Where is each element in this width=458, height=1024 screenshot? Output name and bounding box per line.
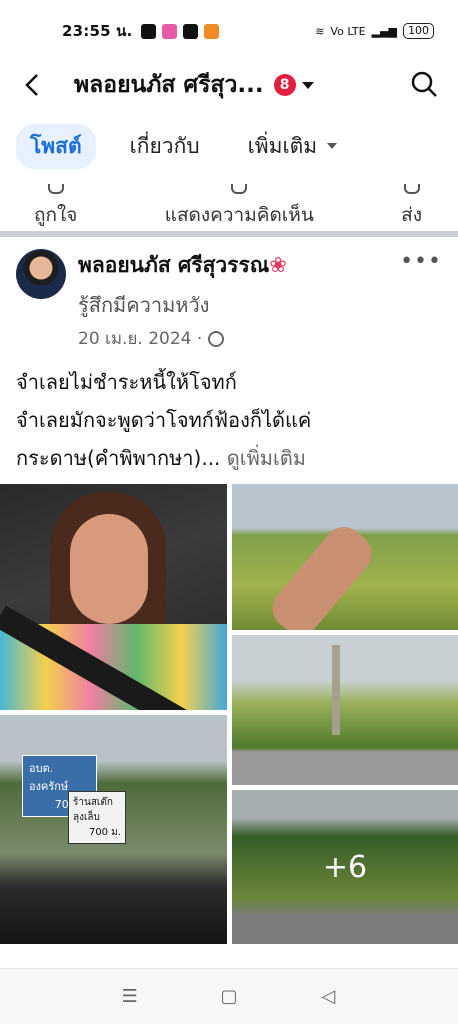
app-icon [203,23,219,39]
more-options-icon[interactable]: ••• [400,249,442,274]
status-app-icons [140,23,219,39]
chevron-down-icon[interactable] [301,81,314,89]
tulip-icon: ❀ [269,253,287,277]
tab-about[interactable]: เกี่ยวกับ [116,124,214,169]
back-icon[interactable]: ◁ [316,985,340,1009]
profile-tabs: โพสต์ เกี่ยวกับ เพิ่มเติม [0,122,458,170]
chevron-down-icon [327,143,338,149]
post-date[interactable]: 20 เม.ย. 2024 · [78,325,202,352]
share-label: ส่ง [401,204,422,226]
post-text-line: จำเลยไม่ชำระหนี้ให้โจทก์ [16,370,237,394]
photo-grid: อบต. องครักษ์ 700 ม. ร้านสเต๊กลุงเล็บ 700 … [0,484,458,944]
post-actions: ถูกใจ แสดงความคิดเห็น ส่ง [0,184,458,230]
post-feeling: รู้สึกมีความหวัง [78,293,210,317]
photo-road-signs[interactable]: อบต. องครักษ์ 700 ม. ร้านสเต๊กลุงเล็บ 700 … [0,715,227,944]
photo-more[interactable]: +6 [232,790,458,944]
globe-icon [208,330,225,347]
search-icon [411,71,437,97]
battery-indicator: 100 [403,23,434,39]
status-right: ≋ Vo LTE ▂▄▆ 100 [315,23,434,39]
back-arrow-icon [25,74,38,96]
photo-field-pointing[interactable] [232,484,458,630]
sign-text: 700 ม. [88,827,121,838]
tiktok-icon [182,23,198,39]
road-sign: ร้านสเต๊กลุงเล็บ 700 ม. [68,791,126,844]
sign-text: อบต. องครักษ์ [29,762,69,793]
tab-more[interactable]: เพิ่มเติม [234,124,352,169]
post-meta: 20 เม.ย. 2024 · [78,325,225,352]
like-button[interactable]: ถูกใจ [34,184,77,230]
post-author[interactable]: พลอยนภัส ศรีสุวรรณ❀ [78,249,287,282]
share-button[interactable]: ส่ง [401,184,422,230]
page-header: พลอยนภัส ศรีสุว... 8 [0,62,458,108]
photo-roadside-field[interactable] [232,635,458,785]
see-more-link[interactable]: ดูเพิ่มเติม [227,446,306,470]
avatar[interactable] [16,249,66,299]
network-label: Vo LTE [330,24,366,38]
photo-detail [332,645,340,735]
photo-detail [70,514,148,624]
comment-button[interactable]: แสดงความคิดเห็น [165,184,314,230]
post-text-line: จำเลยมักจะพูดว่าโจทก์ฟ้องก็ได้แค่ [16,408,312,432]
more-photos-count: +6 [232,790,458,944]
tab-more-label: เพิ่มเติม [247,133,318,158]
comment-label: แสดงความคิดเห็น [164,204,314,226]
page-title: พลอยนภัส ศรีสุว... [74,72,264,98]
section-divider [0,231,458,237]
like-icon [47,184,64,194]
status-bar: 23:55 น. ≋ Vo LTE ▂▄▆ 100 [0,0,458,62]
search-button[interactable] [410,70,438,102]
author-name: พลอยนภัส ศรีสุวรรณ [78,253,270,277]
comment-icon [231,184,248,194]
recent-apps-icon[interactable]: ☰ [118,985,142,1009]
post-text: จำเลยไม่ชำระหนี้ให้โจทก์ จำเลยมักจะพูดว่… [16,363,446,477]
tab-posts[interactable]: โพสต์ [16,123,96,169]
like-label: ถูกใจ [34,204,78,226]
system-nav-bar: ☰ ▢ ◁ [0,968,458,1024]
back-button[interactable] [18,71,46,99]
status-time: 23:55 น. [62,22,133,40]
notification-badge[interactable]: 8 [273,74,296,96]
sign-text: ร้านสเต๊กลุงเล็บ [73,797,113,823]
signal-icon: ▂▄▆ [371,24,397,38]
youtube-icon [140,23,156,39]
photo-detail [264,518,380,630]
app-icon [161,23,177,39]
wifi-icon: ≋ [315,24,325,38]
home-icon[interactable]: ▢ [217,985,241,1009]
messenger-icon [403,184,420,194]
post-text-line: กระดาษ(คำพิพากษา)... [16,446,221,470]
photo-selfie[interactable] [0,484,227,710]
